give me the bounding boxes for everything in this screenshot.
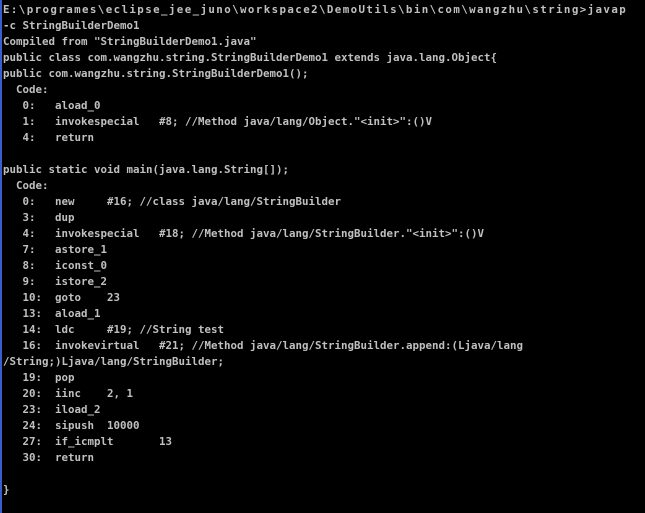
console-line: public static void main(java.lang.String…: [3, 163, 290, 176]
console-line: 24: sipush 10000: [3, 419, 140, 432]
console-line: 30: return: [3, 451, 95, 464]
console-line: Code:: [3, 179, 49, 192]
console-line: 13: aload_1: [3, 307, 101, 320]
console-line: 4: invokespecial #18; //Method java/lang…: [3, 227, 485, 240]
console-line: 16: invokevirtual #21; //Method java/lan…: [3, 339, 524, 352]
console-line: /String;)Ljava/lang/StringBuilder;: [3, 355, 225, 368]
console-window[interactable]: E:\programes\eclipse_jee_juno\workspace2…: [0, 0, 643, 513]
console-line: 1: invokespecial #8; //Method java/lang/…: [3, 115, 433, 128]
console-line: Code:: [3, 83, 49, 96]
console-line: -c StringBuilderDemo1: [3, 19, 140, 32]
console-line: }: [3, 483, 10, 496]
console-line: public com.wangzhu.string.StringBuilderD…: [3, 67, 309, 80]
console-line: 4: return: [3, 131, 95, 144]
console-line: E:\programes\eclipse_jee_juno\workspace2…: [3, 3, 628, 16]
console-line: 3: dup: [3, 211, 75, 224]
console-line: 7: astore_1: [3, 243, 108, 256]
console-line: 27: if_icmplt 13: [3, 435, 173, 448]
console-line: 23: iload_2: [3, 403, 101, 416]
console-line: 8: iconst_0: [3, 259, 108, 272]
console-line: 10: goto 23: [3, 291, 121, 304]
console-line: public class com.wangzhu.string.StringBu…: [3, 51, 498, 64]
console-line: Compiled from "StringBuilderDemo1.java": [3, 35, 257, 48]
console-line: 0: new #16; //class java/lang/StringBuil…: [3, 195, 342, 208]
console-line: 0: aload_0: [3, 99, 101, 112]
console-line: 19: pop: [3, 371, 75, 384]
console-line: 9: istore_2: [3, 275, 108, 288]
console-line: 14: ldc #19; //String test: [3, 323, 225, 336]
console-line: 20: iinc 2, 1: [3, 387, 134, 400]
